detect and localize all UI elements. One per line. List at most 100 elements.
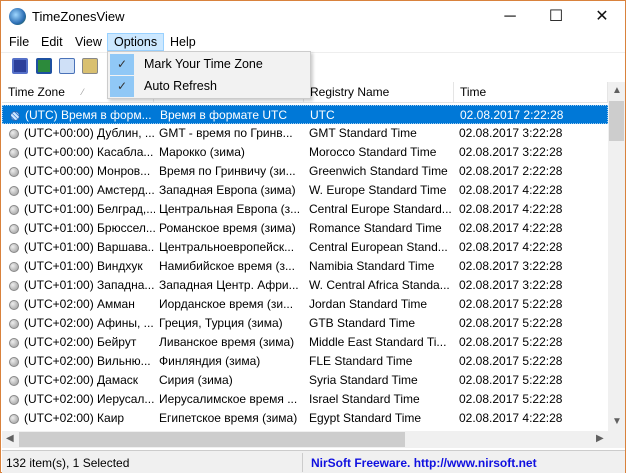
menu-options[interactable]: Options (107, 33, 165, 51)
time-zone-cell: (UTC+02:00) Каир (24, 411, 125, 425)
table-row[interactable]: (UTC) Время в форм... Время в формате UTC… (2, 105, 608, 124)
menu-item-label: Auto Refresh (144, 79, 217, 93)
menu-edit[interactable]: Edit (35, 33, 69, 51)
properties-icon[interactable] (82, 58, 98, 74)
time-cell: 02.08.2017 4:22:28 (459, 183, 563, 197)
registry-name-cell: FLE Standard Time (309, 354, 413, 368)
time-zone-icon (9, 300, 19, 310)
horizontal-scroll-thumb[interactable] (19, 432, 405, 447)
description-cell: Центральная Европа (з... (159, 202, 301, 216)
menu-view[interactable]: View (69, 33, 108, 51)
time-zone-cell: (UTC+00:00) Монров... (24, 164, 151, 178)
table-row[interactable]: (UTC+01:00) Брюссел... Романское время (з… (2, 219, 608, 238)
table-row[interactable]: (UTC+01:00) Западна... Западная Центр. Аф… (2, 276, 608, 295)
save-icon[interactable] (12, 58, 28, 74)
description-cell: Иорданское время (зи... (159, 297, 294, 311)
registry-name-cell: Greenwich Standard Time (309, 164, 448, 178)
app-clock-globe-icon (9, 8, 26, 25)
time-zone-list: (UTC) Время в форм... Время в формате UTC… (2, 105, 608, 431)
scroll-down-icon[interactable]: ▼ (612, 416, 622, 427)
scroll-right-icon[interactable]: ▶ (596, 433, 604, 444)
maximize-button[interactable]: ☐ (533, 1, 579, 32)
time-zone-icon (9, 262, 19, 272)
menu-bar: File Edit View Options Help (1, 32, 625, 52)
refresh-icon[interactable] (36, 58, 52, 74)
time-zone-icon (9, 224, 19, 234)
description-cell: Время по Гринвичу (зи... (159, 164, 296, 178)
registry-name-cell: Central Europe Standard... (309, 202, 452, 216)
copy-icon[interactable] (59, 58, 75, 74)
table-row[interactable]: (UTC+01:00) Амстерд... Западная Европа (з… (2, 181, 608, 200)
table-row[interactable]: (UTC+01:00) Белград,... Центральная Европ… (2, 200, 608, 219)
registry-name-cell: UTC (310, 108, 335, 122)
registry-name-cell: W. Europe Standard Time (309, 183, 447, 197)
table-row[interactable]: (UTC+02:00) Вильню... Финляндия (зима) FLE… (2, 352, 608, 371)
checkmark-icon: ✓ (110, 54, 134, 75)
description-cell: Иерусалимское время ... (159, 392, 298, 406)
minimize-button[interactable]: ─ (487, 1, 533, 32)
table-row[interactable]: (UTC+00:00) Дублин, ... GMT - время по Гр… (2, 124, 608, 143)
table-row[interactable]: (UTC+02:00) Афины, ... Греция, Турция (зи… (2, 314, 608, 333)
time-cell: 02.08.2017 5:22:28 (459, 373, 563, 387)
table-row[interactable]: (UTC+01:00) Варшава... Центральноевропейс… (2, 238, 608, 257)
time-cell: 02.08.2017 4:22:28 (459, 411, 563, 425)
app-window: TimeZonesView ─ ☐ ✕ File Edit View Optio… (0, 0, 626, 473)
registry-name-cell: Jordan Standard Time (309, 297, 428, 311)
title-bar: TimeZonesView ─ ☐ ✕ (1, 1, 625, 32)
registry-name-cell: GTB Standard Time (309, 316, 416, 330)
time-cell: 02.08.2017 4:22:28 (459, 202, 563, 216)
time-zone-icon (9, 414, 19, 424)
table-row[interactable]: (UTC+00:00) Монров... Время по Гринвичу (… (2, 162, 608, 181)
menu-file[interactable]: File (3, 33, 35, 51)
table-row[interactable]: (UTC+00:00) Касабла... Марокко (зима) Moro… (2, 143, 608, 162)
time-zone-icon (9, 281, 19, 291)
checkmark-icon: ✓ (110, 76, 134, 97)
options-dropdown: ✓ Mark Your Time Zone ✓ Auto Refresh (107, 51, 311, 99)
time-zone-cell: (UTC+02:00) Бейрут (24, 335, 137, 349)
description-cell: Египетское время (зима) (159, 411, 298, 425)
nirsoft-link[interactable]: NirSoft Freeware. http://www.nirsoft.net (311, 456, 537, 470)
table-row[interactable]: (UTC+02:00) Иерусал... Иерусалимское врем… (2, 390, 608, 409)
time-cell: 02.08.2017 5:22:28 (459, 335, 563, 349)
description-cell: Финляндия (зима) (159, 354, 261, 368)
description-cell: Греция, Турция (зима) (159, 316, 283, 330)
time-zone-cell: (UTC+01:00) Брюссел... (24, 221, 155, 235)
scroll-left-icon[interactable]: ◀ (6, 433, 14, 444)
table-row[interactable]: (UTC+02:00) Амман Иорданское время (зи...… (2, 295, 608, 314)
description-cell: Марокко (зима) (159, 145, 245, 159)
description-cell: Ливанское время (зима) (159, 335, 295, 349)
time-zone-icon (9, 167, 19, 177)
time-cell: 02.08.2017 2:22:28 (460, 108, 564, 122)
scroll-up-icon[interactable]: ▲ (612, 85, 622, 96)
time-zone-cell: (UTC+02:00) Вильню... (24, 354, 151, 368)
table-row[interactable]: (UTC+01:00) Виндхук Намибийское время (з.… (2, 257, 608, 276)
column-header-time[interactable]: Time (454, 82, 608, 103)
menu-item-mark-your-time-zone[interactable]: ✓ Mark Your Time Zone (110, 54, 308, 75)
window-title: TimeZonesView (32, 9, 125, 24)
time-zone-icon (9, 129, 19, 139)
table-row[interactable]: (UTC+02:00) Каир Египетское время (зима) E… (2, 409, 608, 428)
time-zone-icon (9, 376, 19, 386)
table-row[interactable]: (UTC+02:00) Дамаск Сирия (зима) Syria Stan… (2, 371, 608, 390)
column-header-registry-name[interactable]: Registry Name (304, 82, 454, 103)
vertical-scrollbar[interactable]: ▲ ▼ (608, 82, 625, 431)
time-zone-cell: (UTC) Время в форм... (25, 108, 152, 122)
registry-name-cell: Israel Standard Time (309, 392, 420, 406)
time-zone-cell: (UTC+02:00) Амман (24, 297, 135, 311)
close-button[interactable]: ✕ (579, 1, 625, 32)
menu-help[interactable]: Help (164, 33, 202, 51)
time-cell: 02.08.2017 5:22:28 (459, 354, 563, 368)
time-zone-cell: (UTC+00:00) Дублин, ... (24, 126, 155, 140)
time-zone-icon (9, 395, 19, 405)
table-row[interactable]: (UTC+02:00) Бейрут Ливанское время (зима)… (2, 333, 608, 352)
description-cell: Романское время (зима) (159, 221, 296, 235)
description-cell: Западная Европа (зима) (159, 183, 296, 197)
description-cell: Центральноевропейск... (159, 240, 295, 254)
time-cell: 02.08.2017 5:22:28 (459, 316, 563, 330)
menu-item-auto-refresh[interactable]: ✓ Auto Refresh (110, 76, 308, 97)
horizontal-scrollbar[interactable]: ◀ ▶ (2, 431, 625, 448)
vertical-scroll-thumb[interactable] (609, 101, 624, 141)
description-cell: Сирия (зима) (159, 373, 233, 387)
registry-name-cell: Middle East Standard Ti... (309, 335, 447, 349)
time-zone-icon (9, 319, 19, 329)
